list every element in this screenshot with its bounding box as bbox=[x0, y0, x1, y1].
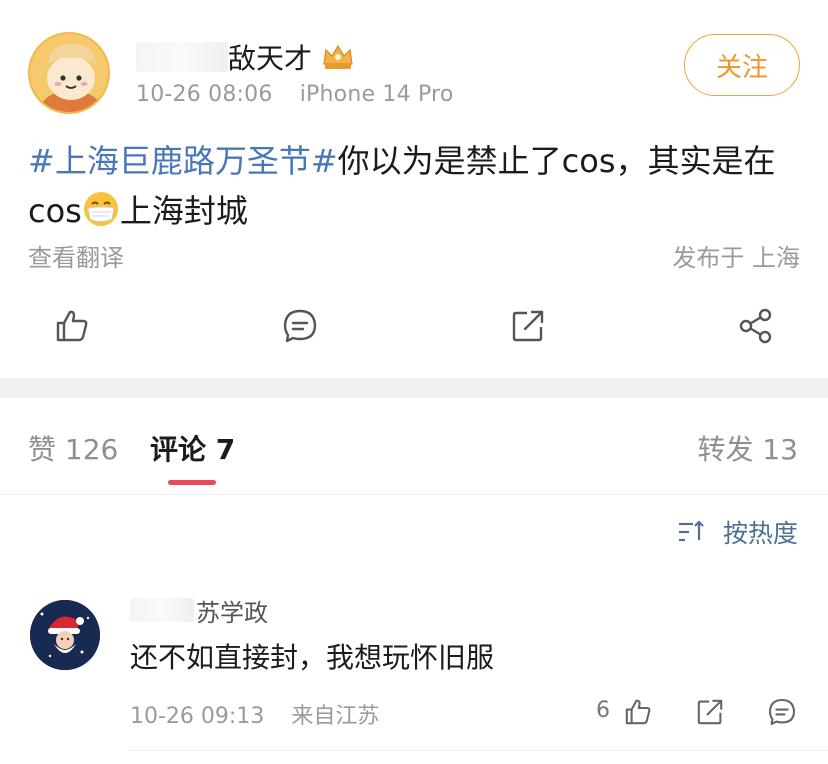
like-icon bbox=[625, 699, 651, 725]
crown-badge-icon bbox=[323, 44, 353, 69]
tab-comments[interactable]: 评论 7 bbox=[150, 428, 235, 468]
santa-avatar-image bbox=[30, 600, 100, 670]
comment-button[interactable] bbox=[280, 306, 320, 346]
commenter-avatar[interactable] bbox=[30, 600, 100, 670]
cartoon-avatar-image bbox=[30, 34, 108, 112]
comment-repost-button[interactable] bbox=[694, 696, 726, 728]
repost-button[interactable] bbox=[508, 306, 548, 346]
comment-reply-button[interactable] bbox=[766, 696, 798, 728]
comment-icon bbox=[768, 698, 796, 726]
post-device: iPhone 14 Pro bbox=[299, 82, 454, 107]
active-tab-indicator bbox=[168, 480, 216, 485]
section-separator bbox=[0, 378, 828, 398]
post-author-row[interactable]: 敌天才 bbox=[136, 38, 356, 76]
post-time: 10-26 08:06 bbox=[136, 82, 273, 107]
topic-link[interactable]: #上海巨鹿路万圣节# bbox=[28, 142, 338, 180]
sort-icon bbox=[678, 520, 704, 542]
share-button[interactable] bbox=[736, 306, 776, 346]
translate-link[interactable]: 查看翻译 bbox=[28, 238, 124, 273]
tab-reposts[interactable]: 转发 13 bbox=[697, 428, 798, 468]
commenter-name[interactable]: 苏学政 bbox=[196, 593, 268, 628]
like-button[interactable] bbox=[52, 306, 92, 346]
comment-like-button[interactable] bbox=[622, 696, 654, 728]
sort-by-hot-button[interactable]: 按热度 bbox=[677, 514, 798, 550]
post-meta: 10-26 08:06 iPhone 14 Pro bbox=[136, 82, 453, 107]
share-icon bbox=[739, 308, 772, 344]
post-author-name[interactable]: 敌天才 bbox=[228, 37, 312, 77]
comment-meta: 10-26 09:13 来自江苏 bbox=[130, 698, 379, 730]
comment-divider bbox=[130, 750, 828, 751]
commenter-name-redaction bbox=[130, 598, 194, 622]
face-with-mask-emoji-icon bbox=[83, 192, 118, 226]
comment-text: 还不如直接封，我想玩怀旧服 bbox=[130, 641, 495, 674]
comment-location: 来自江苏 bbox=[291, 704, 380, 729]
tab-likes[interactable]: 赞 126 bbox=[28, 428, 118, 468]
repost-icon bbox=[512, 310, 544, 342]
comment-like-count: 6 bbox=[596, 698, 610, 723]
comment-time: 10-26 09:13 bbox=[130, 704, 265, 729]
like-icon bbox=[56, 310, 88, 342]
comment-icon bbox=[283, 309, 317, 343]
post-location: 发布于 上海 bbox=[672, 244, 800, 272]
follow-button[interactable]: 关注 bbox=[684, 34, 800, 96]
repost-icon bbox=[697, 699, 723, 725]
tabs-divider bbox=[0, 494, 828, 495]
commenter-row[interactable]: 苏学政 bbox=[130, 593, 268, 628]
post-author-avatar[interactable] bbox=[28, 32, 110, 114]
post-text-part2: 上海封城 bbox=[119, 192, 248, 230]
post-text: #上海巨鹿路万圣节#你以为是禁止了cos，其实是在cos 上海封城 bbox=[28, 136, 808, 236]
sort-label: 按热度 bbox=[722, 519, 798, 548]
username-redaction bbox=[136, 42, 228, 72]
